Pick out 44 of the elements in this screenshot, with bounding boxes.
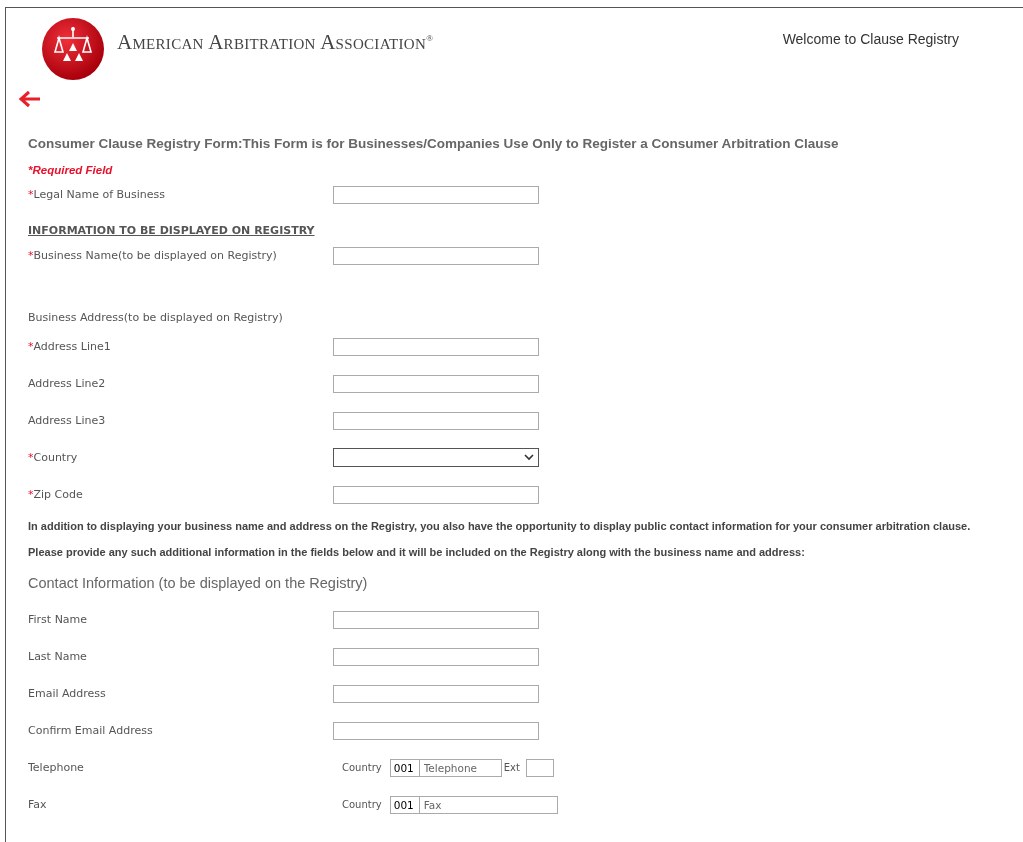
number-field[interactable]: Telephone [419,758,502,777]
section-heading: INFORMATION TO BE DISPLAYED ON REGISTRY [28,224,315,237]
country-label: Country [342,762,382,773]
field-label: First Name [28,613,89,626]
welcome-text: Welcome to Clause Registry [782,31,959,47]
field-label: Address Line2 [28,377,107,390]
section-title: Contact Information (to be displayed on the Registry) [28,575,368,591]
field-label: *Business Name(to be displayed on Registry) [28,249,278,262]
number-field[interactable]: Fax [419,795,558,814]
text-field[interactable] [333,610,539,629]
country-code-field[interactable]: 001 [389,758,420,777]
form-title: Consumer Clause Registry Form:This Form is for Businesses/Companies Use Only to Register a Consumer Arbitration Clause [28,136,840,151]
text-field[interactable] [333,721,539,740]
ext-field[interactable] [525,758,554,777]
field-label: *Country [28,451,79,464]
chevron-down-icon [524,454,534,461]
field-label: Email Address [28,687,107,700]
dropdown[interactable] [333,448,539,467]
field-label: *Legal Name of Business [28,188,167,201]
brand-name: American Arbitration Association$^{®}$ [117,29,434,55]
text-field[interactable] [333,411,539,430]
text-field[interactable] [333,684,539,703]
info-text: In addition to displaying your business name and address on the Registry, you also have the opportunity to display public contact information for your consumer arbitration clause. [28,520,971,532]
text-field[interactable] [333,374,539,393]
info-text: Please provide any such additional information in the fields below and it will be included on the Registry along with the business name and address: [28,546,805,558]
ext-label: Ext [503,762,520,773]
field-label: Last Name [28,650,88,663]
scales-logo-icon [41,17,105,81]
text-field[interactable] [333,485,539,504]
required-note: *Required Field [28,164,114,176]
text-field[interactable] [333,647,539,666]
group-label: Business Address(to be displayed on Registry) [28,311,283,324]
field-label: *Zip Code [28,488,84,501]
field-label: Fax [28,798,48,811]
country-label: Country [342,799,382,810]
text-field[interactable] [333,246,539,265]
back-arrow-icon[interactable] [18,90,42,108]
field-label: Telephone [28,761,85,774]
field-label: *Address Line1 [28,340,112,353]
text-field[interactable] [333,185,539,204]
field-label: Address Line3 [28,414,107,427]
text-field[interactable] [333,337,539,356]
field-label: Confirm Email Address [28,724,154,737]
country-code-field[interactable]: 001 [389,795,420,814]
